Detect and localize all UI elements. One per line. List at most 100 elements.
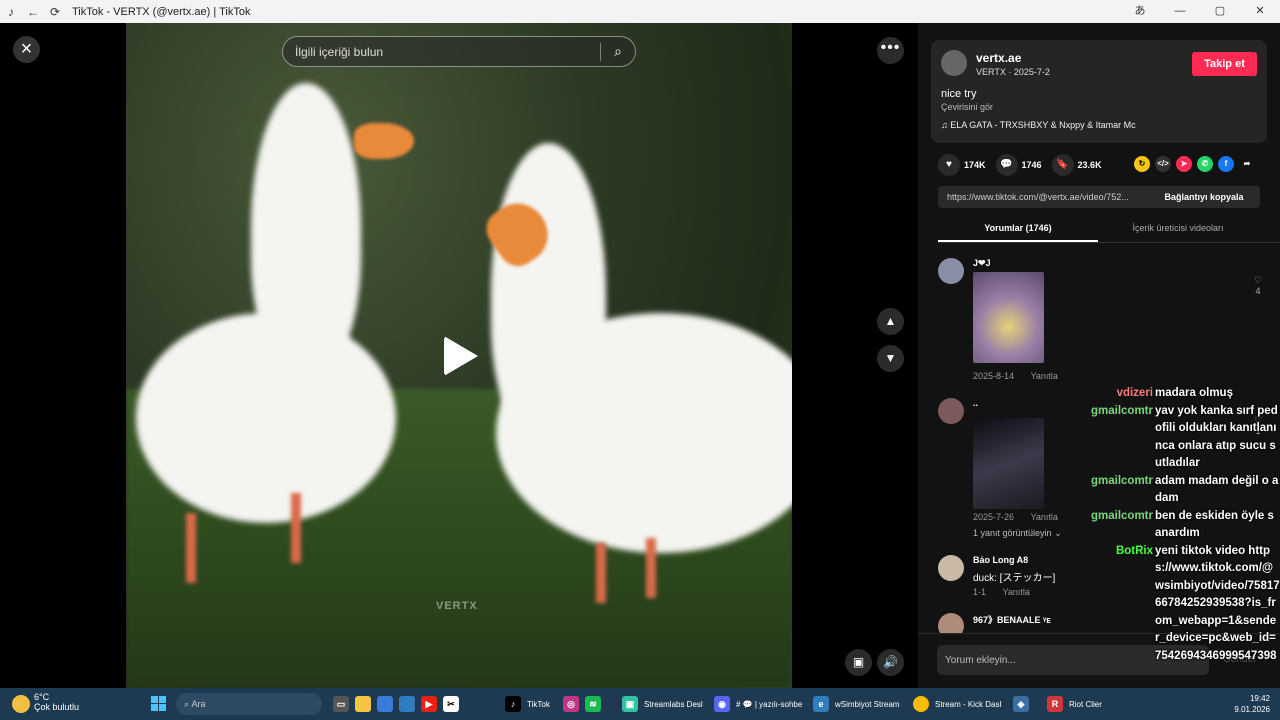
chat-text: yeni tiktok video https://www.tiktok.com… [1155, 544, 1280, 662]
comment-stat[interactable]: 💬 1746 [995, 154, 1042, 176]
minimize-icon[interactable]: — [1160, 0, 1200, 23]
comment-like[interactable]: ♡ 4 [1248, 275, 1268, 296]
commenter-avatar[interactable] [938, 258, 964, 284]
panel-tabs: Yorumlar (1746) İçerik üreticisi videola… [938, 219, 1280, 243]
chat-message: BotRix yeni tiktok video https://www.tikt… [1087, 543, 1280, 666]
taskbar-app-tiktok[interactable]: ♪ TikTok [505, 694, 550, 714]
author-username[interactable]: vertx.ae [976, 51, 1021, 65]
close-video-button[interactable]: × [13, 36, 40, 63]
system-clock[interactable]: 19:42 9.01.2026 [1234, 693, 1270, 715]
related-search-bar[interactable]: ⌕ [282, 36, 636, 67]
heart-outline-icon[interactable]: ♡ [1248, 275, 1268, 286]
window-title: TikTok - VERTX (@vertx.ae) | TikTok [72, 5, 251, 18]
comment-icon[interactable]: 💬 [995, 154, 1018, 176]
instagram-icon: ◎ [563, 696, 579, 712]
comment-sticker-image[interactable] [973, 418, 1044, 509]
comment-date: 2025-8-14 [973, 371, 1015, 381]
share-arrow-icon[interactable]: ➦ [1239, 156, 1255, 172]
edge-icon [399, 696, 415, 712]
heart-icon[interactable]: ♥ [938, 154, 960, 176]
windows-start-icon[interactable] [151, 696, 167, 712]
comment-count: 1746 [1021, 160, 1042, 170]
weather-widget[interactable]: 6°C Çok bulutlu [12, 692, 79, 713]
taskbar-app-chrome[interactable]: Stream - Kick Dasl [913, 694, 1001, 714]
next-video-button[interactable]: ▼ [877, 345, 904, 372]
translate-icon[interactable]: あ [1120, 0, 1160, 23]
reply-button[interactable]: Yanıtla [1031, 512, 1058, 522]
view-replies-link[interactable]: 1 yanıt görüntüleyin ⌄ [973, 528, 1062, 539]
tab-comments[interactable]: Yorumlar (1746) [938, 219, 1098, 242]
comment-meta: 1-1 Yanıtla [973, 587, 1030, 597]
chat-user: vdizeri [1116, 387, 1153, 399]
chat-text: ben de eskiden öyle sanardım [1155, 509, 1274, 540]
discord-icon: ◉ [714, 696, 730, 712]
see-translation-link[interactable]: Çevirisini gör [941, 102, 993, 112]
duck-right-leg [596, 543, 606, 603]
comment-item: J❤J 2025-8-14 Yanıtla ♡ 4 [938, 258, 1268, 388]
commenter-name[interactable]: 967》BENAALE ᵞᴇ [973, 613, 1051, 626]
cloud-sun-icon [12, 695, 30, 713]
taskbar-app-instagram[interactable]: ◎ ≋ [563, 694, 607, 714]
refresh-icon[interactable]: ⟳ [44, 5, 66, 19]
taskbar-app-streamlabs[interactable]: ▣ Streamlabs Desl [622, 694, 703, 714]
save-stat[interactable]: 🔖 23.6K [1051, 154, 1102, 176]
taskbar-app-edge-stream[interactable]: e wSimbiyot Stream [813, 694, 899, 714]
comment-meta: 2025-7-26 Yanıtla [973, 512, 1058, 522]
commenter-avatar[interactable] [938, 398, 964, 424]
volume-button[interactable]: 🔊 [877, 649, 904, 676]
duck-left-beak [354, 123, 414, 159]
duck-right-neck [491, 143, 606, 443]
whatsapp-icon[interactable]: ✆ [1197, 156, 1213, 172]
related-search-input[interactable] [283, 44, 600, 59]
more-options-button[interactable]: ••• [877, 37, 904, 64]
play-icon[interactable] [444, 336, 478, 376]
tab-creator-videos[interactable]: İçerik üreticisi videoları [1098, 219, 1258, 242]
like-stat[interactable]: ♥ 174K [938, 154, 986, 176]
riot-icon: R [1047, 696, 1063, 712]
taskbar-app-riot[interactable]: R Riot Clier [1047, 694, 1102, 714]
commenter-name[interactable]: .. [973, 398, 978, 408]
taskbar-search-placeholder: Ara [191, 699, 206, 709]
store-icon [377, 696, 393, 712]
maximize-icon[interactable]: ▢ [1200, 0, 1240, 23]
pip-button[interactable]: ▣ [845, 649, 872, 676]
taskbar-app-vpn[interactable]: ◈ [1013, 694, 1035, 714]
task-view-icon: ▭ [333, 696, 349, 712]
folder-icon [355, 696, 371, 712]
embed-icon[interactable]: </> [1155, 156, 1171, 172]
follow-button[interactable]: Takip et [1192, 52, 1257, 76]
comment-like-count: 4 [1255, 286, 1261, 296]
copy-link-button[interactable]: Bağlantıyı kopyala [1148, 192, 1260, 202]
commenter-name[interactable]: Bảo Long A8 [973, 555, 1028, 565]
music-info[interactable]: ♫ ELA GATA - TRXSHBXY & Nxppy & Itamar M… [941, 120, 1136, 130]
taskbar-app-label: TikTok [527, 699, 550, 709]
video-stage: VERTX × ⌕ ••• ▲ ▼ ▣ 🔊 [0, 23, 918, 688]
taskbar-app-explorer[interactable]: ▭ ▶ ✂ [333, 694, 465, 714]
duck-right-leg2 [646, 538, 656, 598]
comment-date: 1-1 [973, 587, 987, 597]
comment-sticker-image[interactable] [973, 272, 1044, 363]
send-to-friends-icon[interactable]: ➤ [1176, 156, 1192, 172]
commenter-name[interactable]: J❤J [973, 258, 991, 269]
repost-icon[interactable]: ↻ [1134, 156, 1150, 172]
search-icon[interactable]: ⌕ [601, 43, 635, 60]
facebook-icon[interactable]: f [1218, 156, 1234, 172]
taskbar-search[interactable]: ⌕ Ara [176, 693, 322, 715]
close-window-icon[interactable]: ✕ [1240, 0, 1280, 23]
stream-chat-overlay: vdizeri madara olmuş gmailcomtr yav yok ka… [1087, 385, 1280, 665]
chat-message: gmailcomtr ben de eskiden öyle sanardım [1087, 508, 1280, 543]
taskbar-app-discord[interactable]: ◉ # 💬 | yazılı-sohbe [714, 694, 802, 714]
clock-time: 19:42 [1249, 694, 1270, 703]
reply-button[interactable]: Yanıtla [1003, 587, 1030, 597]
search-icon: ⌕ [184, 698, 192, 709]
comment-text: duck: [ステッカー] [973, 573, 1056, 584]
commenter-avatar[interactable] [938, 555, 964, 581]
back-arrow-icon[interactable]: ← [22, 5, 44, 19]
video-url[interactable]: https://www.tiktok.com/@vertx.ae/video/7… [938, 192, 1148, 202]
weather-temp: 6°C [34, 692, 50, 702]
taskbar-app-label: Streamlabs Desl [644, 699, 703, 709]
reply-button[interactable]: Yanıtla [1031, 371, 1058, 381]
bookmark-icon[interactable]: 🔖 [1051, 154, 1074, 176]
author-avatar[interactable] [941, 50, 967, 76]
previous-video-button[interactable]: ▲ [877, 308, 904, 335]
